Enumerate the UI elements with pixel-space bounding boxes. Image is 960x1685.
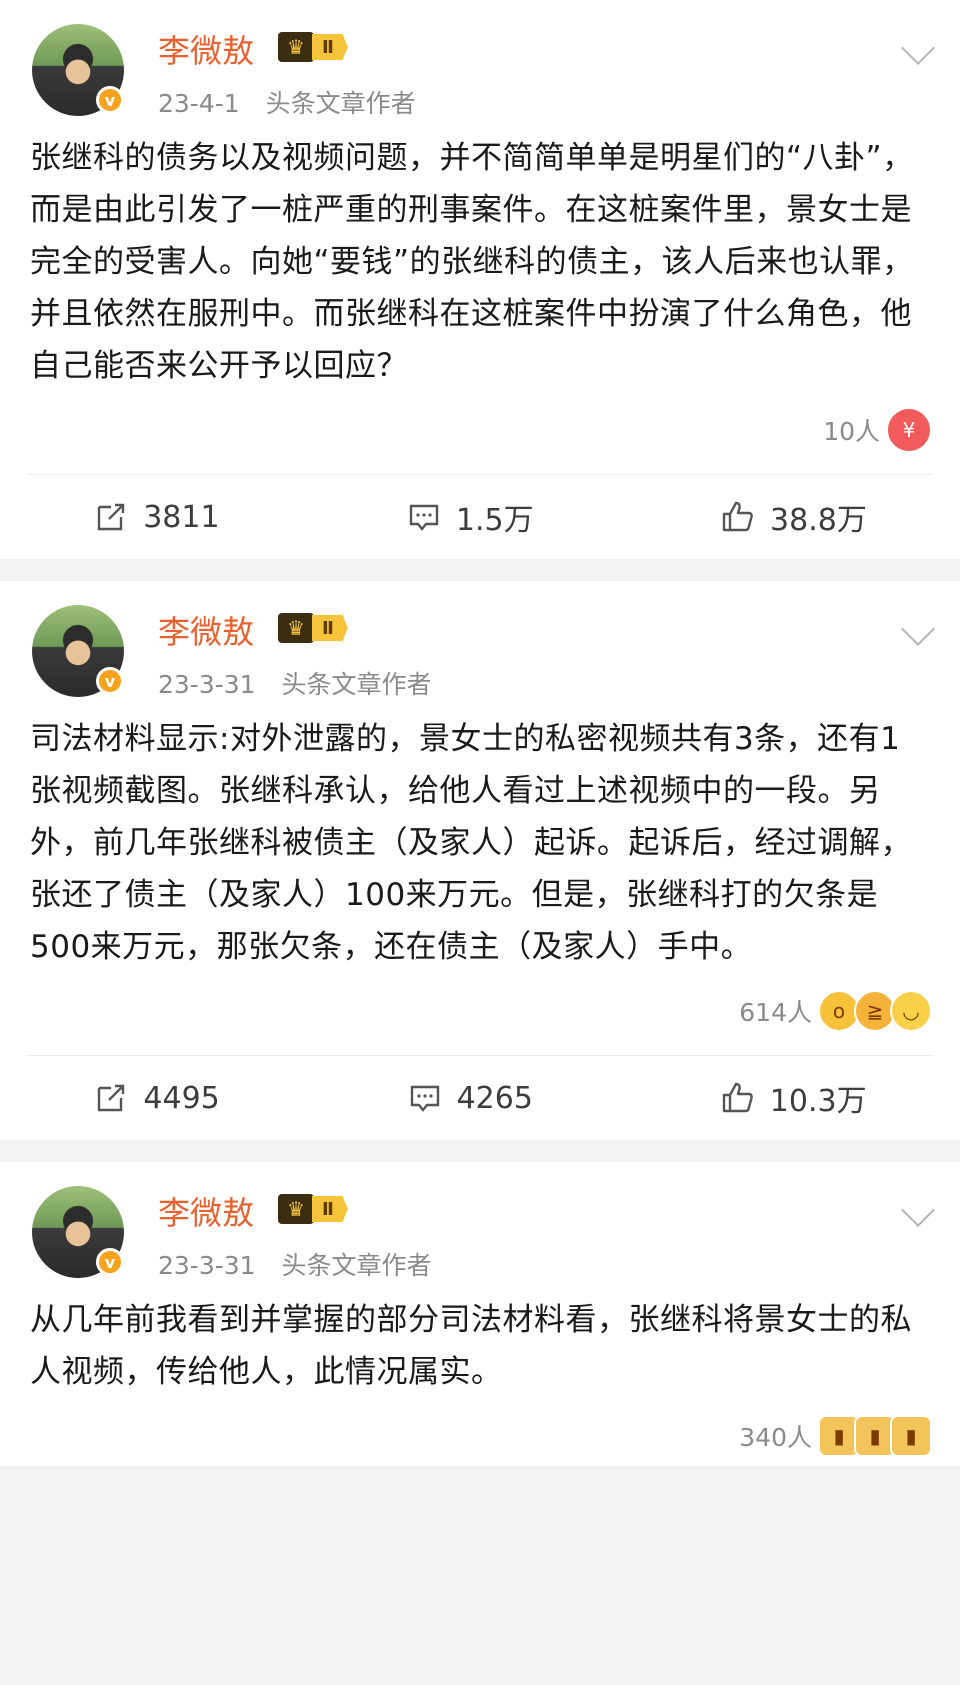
post-header: v 李微敖 ♛ Ⅱ 23-3-31 头条文章作者 xyxy=(0,1162,960,1284)
comment-button[interactable]: 1.5万 xyxy=(406,495,534,539)
heart-icon: ¥ xyxy=(886,407,932,453)
action-bar: 4495 4265 10.3万 xyxy=(0,1056,960,1140)
clap-emoji-icon: ▮ xyxy=(890,1415,932,1457)
comment-count: 4265 xyxy=(456,1080,533,1116)
post-card: v 李微敖 ♛ Ⅱ 23-3-31 头条文章作者 司法材料显示:对外泄露的，景女… xyxy=(0,581,960,1140)
repost-button[interactable]: 4495 xyxy=(93,1080,220,1116)
verified-badge-icon: v xyxy=(96,667,124,695)
thumbs-up-icon xyxy=(722,501,753,532)
level-tag: Ⅱ xyxy=(312,34,348,60)
member-badge[interactable]: ♛ Ⅱ xyxy=(278,30,368,64)
level-tag: Ⅱ xyxy=(312,615,348,641)
post-card: v 李微敖 ♛ Ⅱ 23-3-31 头条文章作者 从几年前我看到并掌握的部分司法… xyxy=(0,1162,960,1466)
reactions-row[interactable]: 10人 ¥ xyxy=(0,392,960,460)
comment-button[interactable]: 4265 xyxy=(407,1080,533,1116)
verified-badge-icon: v xyxy=(96,86,124,114)
post-date: 23-4-1 xyxy=(158,89,240,118)
comment-icon xyxy=(410,1085,439,1112)
member-badge[interactable]: ♛ Ⅱ xyxy=(278,611,368,645)
crown-icon: ♛ xyxy=(278,32,314,62)
like-count: 10.3万 xyxy=(769,1084,867,1119)
chevron-down-icon[interactable] xyxy=(901,612,935,646)
username[interactable]: 李微敖 xyxy=(158,1188,254,1234)
grin-emoji-icon: ◡ xyxy=(890,990,932,1032)
post-text: 从几年前我看到并掌握的部分司法材料看，张继科将景女士的私人视频，传给他人，此情况… xyxy=(30,1302,912,1390)
post-header: v 李微敖 ♛ Ⅱ 23-4-1 头条文章作者 xyxy=(0,0,960,122)
share-icon xyxy=(97,503,125,531)
post-source: 头条文章作者 xyxy=(281,1251,432,1280)
reactions-row[interactable]: 614人 o ≧ ◡ xyxy=(0,973,960,1041)
level-tag: Ⅱ xyxy=(312,1196,348,1222)
comment-icon xyxy=(409,504,439,531)
reactions-row[interactable]: 340人 ▮ ▮ ▮ xyxy=(0,1398,960,1466)
reaction-count: 340人 xyxy=(739,1423,812,1452)
verified-badge-icon: v xyxy=(96,1248,124,1276)
post-text: 张继科的债务以及视频问题，并不简简单单是明星们的“八卦”，而是由此引发了一桩严重… xyxy=(30,140,914,384)
repost-count: 4495 xyxy=(143,1080,220,1116)
chevron-down-icon[interactable] xyxy=(901,1193,935,1227)
post-header: v 李微敖 ♛ Ⅱ 23-3-31 头条文章作者 xyxy=(0,581,960,703)
like-button[interactable]: 10.3万 xyxy=(720,1076,867,1120)
post-date: 23-3-31 xyxy=(158,670,256,699)
post-text: 司法材料显示:对外泄露的，景女士的私密视频共有3条，还有1张视频截图。张继科承认… xyxy=(30,721,912,965)
post-card: v 李微敖 ♛ Ⅱ 23-4-1 头条文章作者 张继科的债务以及视频问题，并不简… xyxy=(0,0,960,559)
repost-count: 3811 xyxy=(143,499,220,535)
crown-icon: ♛ xyxy=(278,613,314,643)
post-meta: 23-3-31 头条文章作者 xyxy=(158,1246,432,1282)
post-date: 23-3-31 xyxy=(158,1251,256,1280)
post-meta: 23-4-1 头条文章作者 xyxy=(158,84,416,120)
member-badge[interactable]: ♛ Ⅱ xyxy=(278,1192,368,1226)
username[interactable]: 李微敖 xyxy=(158,607,254,653)
repost-button[interactable]: 3811 xyxy=(93,499,220,535)
comment-count: 1.5万 xyxy=(455,503,534,538)
reaction-count: 614人 xyxy=(739,998,812,1027)
crown-icon: ♛ xyxy=(278,1194,314,1224)
post-source: 头条文章作者 xyxy=(281,670,432,699)
thumbs-up-icon xyxy=(722,1082,753,1113)
username[interactable]: 李微敖 xyxy=(158,26,254,72)
post-source: 头条文章作者 xyxy=(265,89,416,118)
reaction-count: 10人 xyxy=(823,417,880,446)
chevron-down-icon[interactable] xyxy=(901,31,935,65)
action-bar: 3811 1.5万 38.8万 xyxy=(0,475,960,559)
share-icon xyxy=(98,1084,125,1112)
post-meta: 23-3-31 头条文章作者 xyxy=(158,665,432,701)
like-count: 38.8万 xyxy=(770,503,867,538)
like-button[interactable]: 38.8万 xyxy=(720,495,867,539)
